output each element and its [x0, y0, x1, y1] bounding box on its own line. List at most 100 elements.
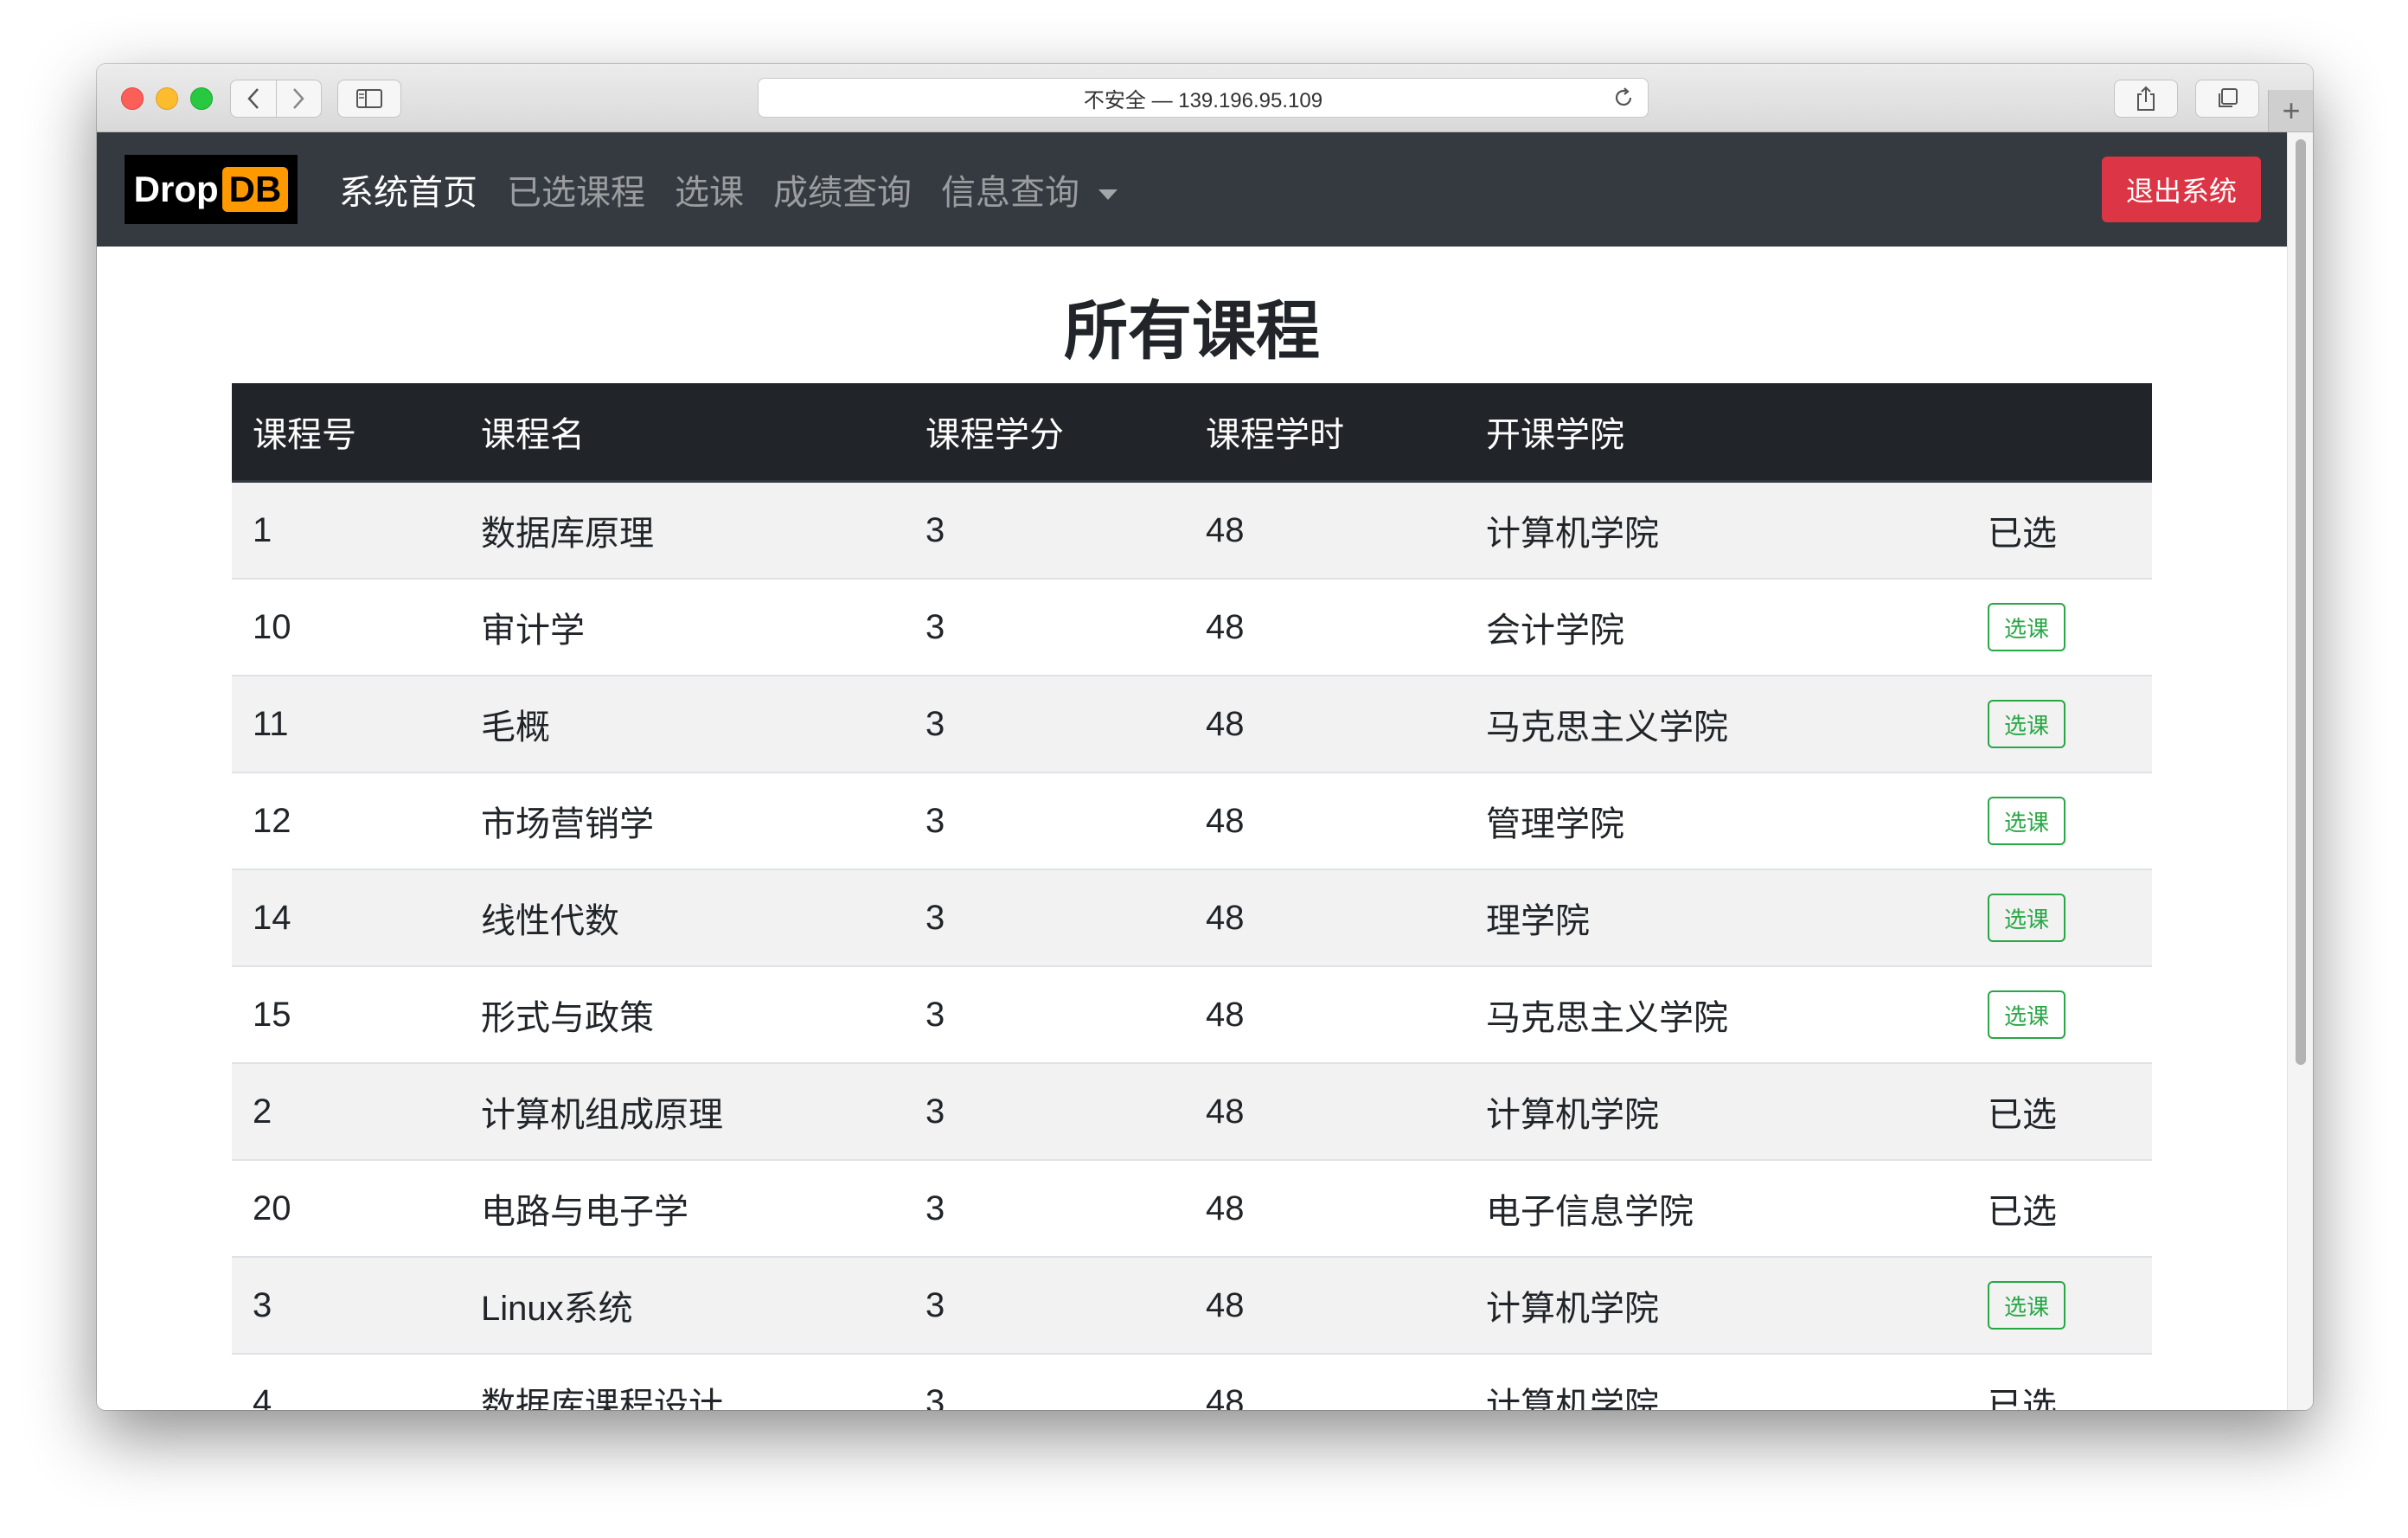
course-id-cell: 10 [232, 578, 460, 676]
course-name-cell: 数据库课程设计 [460, 1353, 905, 1410]
course-hours-cell: 48 [1185, 675, 1465, 772]
table-header-row: 课程号 课程名 课程学分 课程学时 开课学院 [232, 383, 2152, 483]
address-bar[interactable]: 不安全 — 139.196.95.109 [758, 78, 1649, 118]
course-action-cell: 选课 [1967, 772, 2152, 869]
course-college-cell: 电子信息学院 [1465, 1159, 1967, 1257]
caret-down-icon [1098, 189, 1118, 201]
browser-titlebar: 不安全 — 139.196.95.109 + [97, 64, 2313, 132]
course-action-cell: 选课 [1967, 578, 2152, 676]
course-college-cell: 计算机学院 [1465, 1256, 1967, 1354]
forward-button[interactable] [275, 80, 322, 117]
select-course-button[interactable]: 选课 [1988, 700, 2065, 748]
chevron-left-icon [247, 88, 259, 109]
course-credit-cell: 3 [905, 772, 1185, 869]
close-window-button[interactable] [121, 87, 144, 110]
course-id-cell: 12 [232, 772, 460, 869]
back-button[interactable] [231, 80, 276, 117]
course-college-cell: 计算机学院 [1465, 1353, 1967, 1410]
nav-link-grades[interactable]: 成绩查询 [773, 164, 912, 215]
course-name-cell: 毛概 [460, 675, 905, 772]
reload-button[interactable] [1611, 86, 1636, 110]
nav-link-select-course[interactable]: 选课 [675, 164, 744, 215]
plus-icon: + [2282, 93, 2301, 128]
minimize-window-button[interactable] [156, 87, 178, 110]
course-credit-cell: 3 [905, 578, 1185, 676]
course-college-cell: 马克思主义学院 [1465, 675, 1967, 772]
table-row: 3 Linux系统 3 48 计算机学院 选课 [232, 1256, 2152, 1354]
select-course-button[interactable]: 选课 [1988, 797, 2065, 845]
course-credit-cell: 3 [905, 480, 1185, 579]
course-hours-cell: 48 [1185, 1062, 1465, 1160]
nav-links: 系统首页 已选课程 选课 成绩查询 信息查询 [339, 132, 1147, 247]
reload-icon [1615, 87, 1632, 106]
column-header-course-name: 课程名 [460, 383, 905, 483]
tabs-icon [2219, 88, 2238, 107]
page-viewport: Drop DB 系统首页 已选课程 选课 成绩查询 信息查询 退出系统 所有课程… [97, 132, 2313, 1410]
course-name-cell: Linux系统 [460, 1256, 905, 1354]
select-course-button[interactable]: 选课 [1988, 1281, 2065, 1330]
course-hours-cell: 48 [1185, 1256, 1465, 1354]
course-id-cell: 15 [232, 965, 460, 1063]
column-header-hours: 课程学时 [1185, 383, 1465, 483]
course-hours-cell: 48 [1185, 480, 1465, 579]
top-navbar: Drop DB 系统首页 已选课程 选课 成绩查询 信息查询 退出系统 [97, 132, 2287, 247]
nav-link-selected-courses[interactable]: 已选课程 [507, 164, 645, 215]
column-header-college: 开课学院 [1465, 383, 1967, 483]
logout-button[interactable]: 退出系统 [2102, 157, 2261, 222]
course-name-cell: 审计学 [460, 578, 905, 676]
zoom-window-button[interactable] [190, 87, 213, 110]
table-row: 15 形式与政策 3 48 马克思主义学院 选课 [232, 965, 2152, 1063]
column-header-credits: 课程学分 [905, 383, 1185, 483]
brand-logo[interactable]: Drop DB [125, 155, 298, 224]
sidebar-icon [356, 89, 382, 108]
nav-link-home[interactable]: 系统首页 [339, 164, 477, 215]
selected-status-text: 已选 [1988, 515, 2057, 553]
select-course-button[interactable]: 选课 [1988, 894, 2065, 942]
scrollbar-thumb[interactable] [2296, 139, 2306, 1065]
course-action-cell: 选课 [1967, 868, 2152, 966]
selected-status-text: 已选 [1988, 1193, 2057, 1231]
table-row: 20 电路与电子学 3 48 电子信息学院 已选 [232, 1159, 2152, 1257]
course-college-cell: 会计学院 [1465, 578, 1967, 676]
table-row: 14 线性代数 3 48 理学院 选课 [232, 868, 2152, 966]
column-header-course-id: 课程号 [232, 383, 460, 483]
course-action-cell: 选课 [1967, 965, 2152, 1063]
course-hours-cell: 48 [1185, 772, 1465, 869]
nav-link-info-dropdown[interactable]: 信息查询 [941, 164, 1118, 215]
course-action-cell: 已选 [1967, 1159, 2152, 1257]
brand-text-right: DB [221, 167, 289, 212]
sidebar-toggle-button[interactable] [337, 80, 401, 118]
course-college-cell: 马克思主义学院 [1465, 965, 1967, 1063]
course-id-cell: 20 [232, 1159, 460, 1257]
selected-status-text: 已选 [1988, 1096, 2057, 1134]
page-scrollbar[interactable] [2287, 132, 2313, 1410]
course-id-cell: 11 [232, 675, 460, 772]
course-action-cell: 已选 [1967, 1062, 2152, 1160]
table-body: 1 数据库原理 3 48 计算机学院 已选 10 审计学 3 48 会计学院 选课 11 毛概 3 48 马克思… [232, 480, 2152, 1410]
column-header-action [1967, 383, 2152, 483]
share-button[interactable] [2114, 80, 2178, 118]
selected-status-text: 已选 [1988, 1387, 2057, 1410]
course-name-cell: 线性代数 [460, 868, 905, 966]
course-id-cell: 3 [232, 1256, 460, 1354]
table-row: 10 审计学 3 48 会计学院 选课 [232, 578, 2152, 676]
tab-overview-button[interactable] [2195, 80, 2259, 118]
table-header: 课程号 课程名 课程学分 课程学时 开课学院 [232, 383, 2152, 483]
browser-window: 不安全 — 139.196.95.109 + Drop DB 系统首页 已选课程… [97, 64, 2313, 1410]
course-credit-cell: 3 [905, 1062, 1185, 1160]
course-credit-cell: 3 [905, 1159, 1185, 1257]
courses-table: 课程号 课程名 课程学分 课程学时 开课学院 1 数据库原理 3 48 计算机学院 已选 1… [232, 383, 2152, 1410]
course-credit-cell: 3 [905, 1256, 1185, 1354]
course-college-cell: 理学院 [1465, 868, 1967, 966]
course-college-cell: 管理学院 [1465, 772, 1967, 869]
new-tab-button[interactable]: + [2268, 90, 2313, 131]
course-hours-cell: 48 [1185, 965, 1465, 1063]
select-course-button[interactable]: 选课 [1988, 990, 2065, 1039]
course-name-cell: 形式与政策 [460, 965, 905, 1063]
course-id-cell: 4 [232, 1353, 460, 1410]
course-id-cell: 1 [232, 480, 460, 579]
select-course-button[interactable]: 选课 [1988, 603, 2065, 651]
course-name-cell: 电路与电子学 [460, 1159, 905, 1257]
nav-link-info-label: 信息查询 [941, 174, 1079, 212]
course-credit-cell: 3 [905, 675, 1185, 772]
